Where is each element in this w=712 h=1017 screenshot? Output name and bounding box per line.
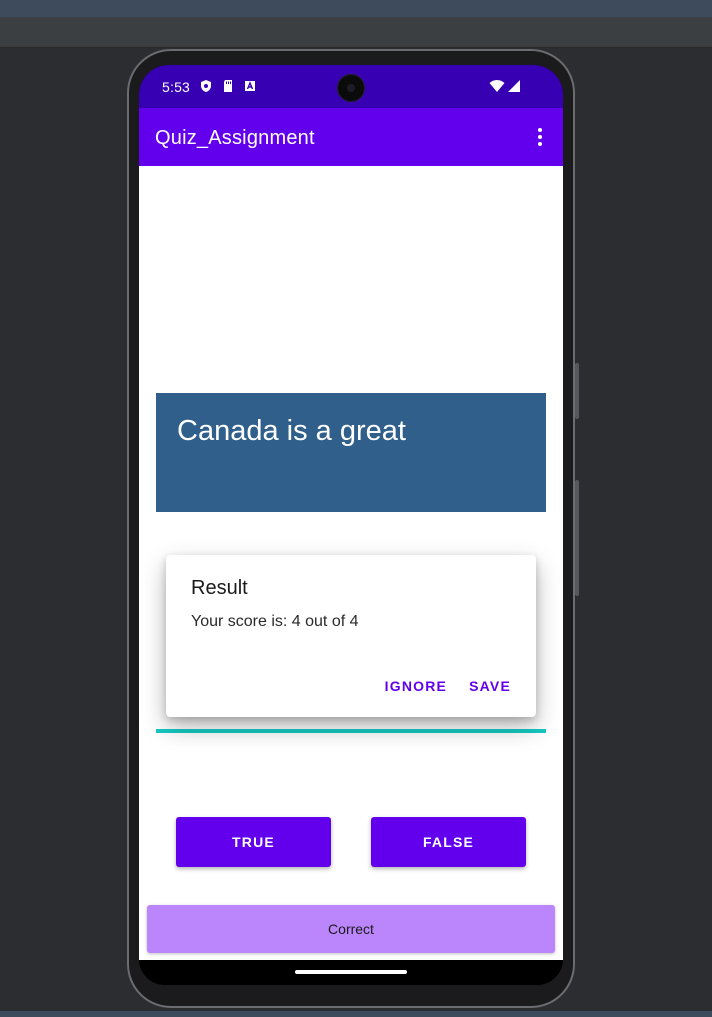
ide-toolbar xyxy=(0,17,712,48)
device-screen: 5:53 Quiz_Assignment Canada is a great T… xyxy=(139,65,563,985)
status-notification-icons xyxy=(199,79,257,93)
status-time: 5:53 xyxy=(162,79,191,95)
sd-card-icon xyxy=(224,80,232,92)
home-gesture-handle[interactable] xyxy=(295,970,407,974)
status-bar: 5:53 xyxy=(139,65,563,108)
save-button[interactable]: SAVE xyxy=(469,678,511,694)
ide-title-bar xyxy=(0,0,712,17)
app-bar: Quiz_Assignment xyxy=(139,108,563,166)
feedback-text: Correct xyxy=(328,921,374,937)
app-title: Quiz_Assignment xyxy=(155,127,315,149)
cellular-signal-icon xyxy=(508,80,520,92)
dialog-title: Result xyxy=(191,577,248,599)
shield-icon xyxy=(201,80,211,92)
result-dialog: Result Your score is: 4 out of 4 IGNORE … xyxy=(166,555,536,717)
quiz-content: Canada is a great TRUE FALSE Correct Res… xyxy=(139,166,563,960)
question-text: Canada is a great xyxy=(177,415,406,447)
ide-status-strip xyxy=(0,1011,712,1017)
volume-button[interactable] xyxy=(575,480,579,596)
navigation-bar xyxy=(139,960,563,985)
status-system-icons xyxy=(489,79,521,93)
question-card: Canada is a great xyxy=(156,393,546,512)
dialog-actions: IGNORE SAVE xyxy=(385,678,511,694)
a-icon xyxy=(245,81,255,91)
dialog-message: Your score is: 4 out of 4 xyxy=(191,613,359,630)
progress-divider xyxy=(156,729,546,733)
wifi-icon xyxy=(489,80,505,92)
power-button[interactable] xyxy=(575,363,579,419)
ignore-button[interactable]: IGNORE xyxy=(385,678,447,694)
more-vert-icon[interactable] xyxy=(528,125,552,149)
front-camera xyxy=(337,74,365,102)
feedback-bar: Correct xyxy=(147,905,555,953)
false-button[interactable]: FALSE xyxy=(371,817,526,867)
true-button[interactable]: TRUE xyxy=(176,817,331,867)
